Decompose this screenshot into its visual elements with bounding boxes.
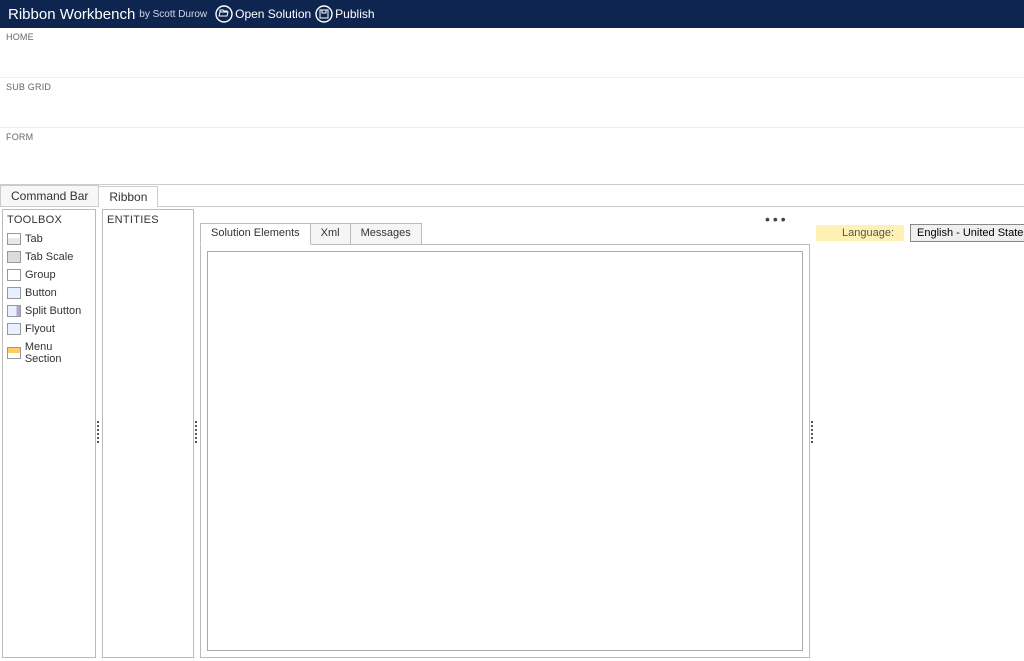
publish-button[interactable]: Publish [315, 5, 374, 23]
toolbox-item-label: Group [25, 269, 56, 281]
toolbox-item-label: Flyout [25, 323, 55, 335]
splitter-toolbox-entities[interactable] [96, 207, 100, 658]
app-title: Ribbon Workbench [8, 6, 135, 23]
tab-command-bar[interactable]: Command Bar [0, 185, 99, 206]
toolbox-item-label: Tab [25, 233, 43, 245]
toolbox-item-label: Menu Section [25, 341, 91, 365]
ribbon-section-subgrid[interactable]: SUB GRID [0, 78, 1024, 128]
folder-open-icon [215, 5, 233, 23]
tab-solution-elements[interactable]: Solution Elements [200, 223, 311, 245]
ribbon-label-form: FORM [6, 132, 1018, 142]
view-tabs: Command Bar Ribbon [0, 185, 1024, 207]
overflow-menu-icon[interactable]: ••• [765, 211, 789, 227]
splitter-entities-main[interactable] [194, 207, 198, 658]
split-button-icon [7, 305, 21, 317]
language-label: Language: [816, 225, 904, 241]
app-byline: by Scott Durow [139, 9, 207, 20]
app-header: Ribbon Workbench by Scott Durow Open Sol… [0, 0, 1024, 28]
toolbox-panel: TOOLBOX Tab Tab Scale Group Button Split… [2, 209, 96, 658]
save-icon [315, 5, 333, 23]
entities-panel: ENTITIES [102, 209, 194, 658]
tab-scale-icon [7, 251, 21, 263]
toolbox-item-label: Tab Scale [25, 251, 73, 263]
open-solution-button[interactable]: Open Solution [215, 5, 311, 23]
properties-panel: Language: English - United States[1033] [816, 209, 1022, 658]
toolbox-item-split-button[interactable]: Split Button [3, 302, 95, 320]
language-row: Language: English - United States[1033] [816, 223, 1022, 243]
tab-ribbon[interactable]: Ribbon [98, 186, 158, 207]
tab-xml[interactable]: Xml [310, 223, 351, 245]
toolbox-item-label: Split Button [25, 305, 81, 317]
ribbon-design-area: HOME SUB GRID FORM [0, 28, 1024, 185]
ribbon-label-subgrid: SUB GRID [6, 82, 1018, 92]
button-icon [7, 287, 21, 299]
menu-section-icon [7, 347, 21, 359]
workspace: TOOLBOX Tab Tab Scale Group Button Split… [0, 207, 1024, 658]
main-panel: ••• Solution Elements Xml Messages [200, 209, 810, 658]
toolbox-item-button[interactable]: Button [3, 284, 95, 302]
main-tabs: Solution Elements Xml Messages [200, 223, 810, 245]
toolbox-item-tab[interactable]: Tab [3, 230, 95, 248]
tab-icon [7, 233, 21, 245]
toolbox-item-group[interactable]: Group [3, 266, 95, 284]
tab-messages[interactable]: Messages [350, 223, 422, 245]
splitter-main-right[interactable] [810, 207, 814, 658]
ribbon-label-home: HOME [6, 32, 1018, 42]
group-icon [7, 269, 21, 281]
entities-header: ENTITIES [103, 210, 193, 230]
ribbon-section-home[interactable]: HOME [0, 28, 1024, 78]
toolbox-header: TOOLBOX [3, 210, 95, 230]
open-solution-label: Open Solution [235, 7, 311, 21]
publish-label: Publish [335, 7, 374, 21]
toolbox-item-tab-scale[interactable]: Tab Scale [3, 248, 95, 266]
flyout-icon [7, 323, 21, 335]
toolbox-item-label: Button [25, 287, 57, 299]
ribbon-section-form[interactable]: FORM [0, 128, 1024, 184]
toolbox-item-menu-section[interactable]: Menu Section [3, 338, 95, 368]
solution-elements-canvas[interactable] [207, 251, 803, 651]
language-select[interactable]: English - United States[1033] [910, 224, 1024, 242]
main-content-pane [200, 244, 810, 658]
toolbox-item-flyout[interactable]: Flyout [3, 320, 95, 338]
